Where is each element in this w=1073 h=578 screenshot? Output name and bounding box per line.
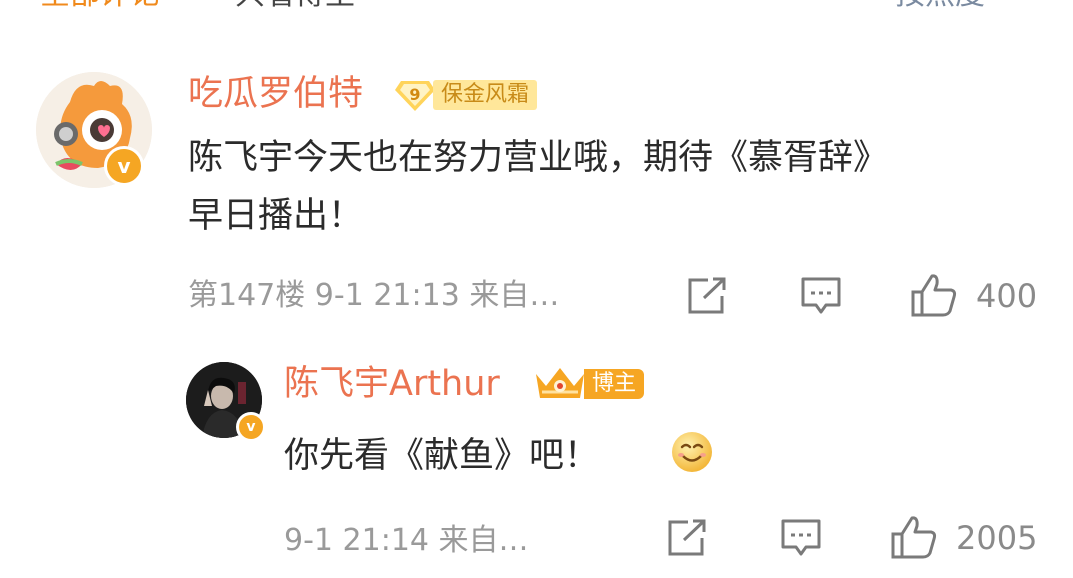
verified-badge: v — [104, 146, 144, 186]
comment-icon[interactable] — [800, 276, 842, 316]
thumbs-up-icon[interactable] — [910, 272, 958, 318]
tab-host-only[interactable]: 只看博主 — [235, 0, 355, 12]
reply-text: 你先看《献鱼》吧！ — [284, 436, 600, 476]
like-count: 400 — [976, 277, 1038, 315]
comment-text-line2: 早日播出！ — [188, 196, 364, 236]
reply-comment-icon[interactable] — [780, 518, 822, 558]
reply-share-icon[interactable] — [666, 518, 708, 558]
reply-verified-badge: v — [236, 412, 266, 442]
comment-meta: 第147楼 9-1 21:13 来自… — [188, 278, 560, 313]
comment-header-bar: 全部评论 只看博主 按热度 — [0, 0, 1073, 14]
comment-text-line1: 陈飞宇今天也在努力营业哦，期待《慕胥辞》 — [188, 138, 889, 178]
crown-icon — [536, 368, 584, 398]
fan-level-icon: 9 — [395, 81, 435, 111]
fan-level-number: 9 — [409, 85, 420, 104]
sort-by-hot[interactable]: 按热度 — [895, 0, 985, 12]
reply-meta: 9-1 21:14 来自… — [284, 523, 529, 558]
reply-username[interactable]: 陈飞宇Arthur — [284, 364, 500, 404]
share-icon[interactable] — [686, 276, 728, 316]
fan-badge-label: 保金风霜 — [433, 80, 538, 110]
comment-text: 陈飞宇今天也在努力营业哦，期待《慕胥辞》 早日播出！ — [188, 129, 1068, 245]
reply-like-count: 2005 — [956, 519, 1038, 557]
tab-all-comments[interactable]: 全部评论 — [40, 0, 160, 12]
host-badge-label: 博主 — [584, 369, 645, 399]
verified-v-icon: v — [246, 419, 256, 435]
smile-emoji-icon — [672, 432, 712, 472]
comment-username[interactable]: 吃瓜罗伯特 — [188, 74, 363, 114]
reply-thumbs-up-icon[interactable] — [890, 514, 938, 560]
verified-v-icon: v — [117, 154, 131, 178]
